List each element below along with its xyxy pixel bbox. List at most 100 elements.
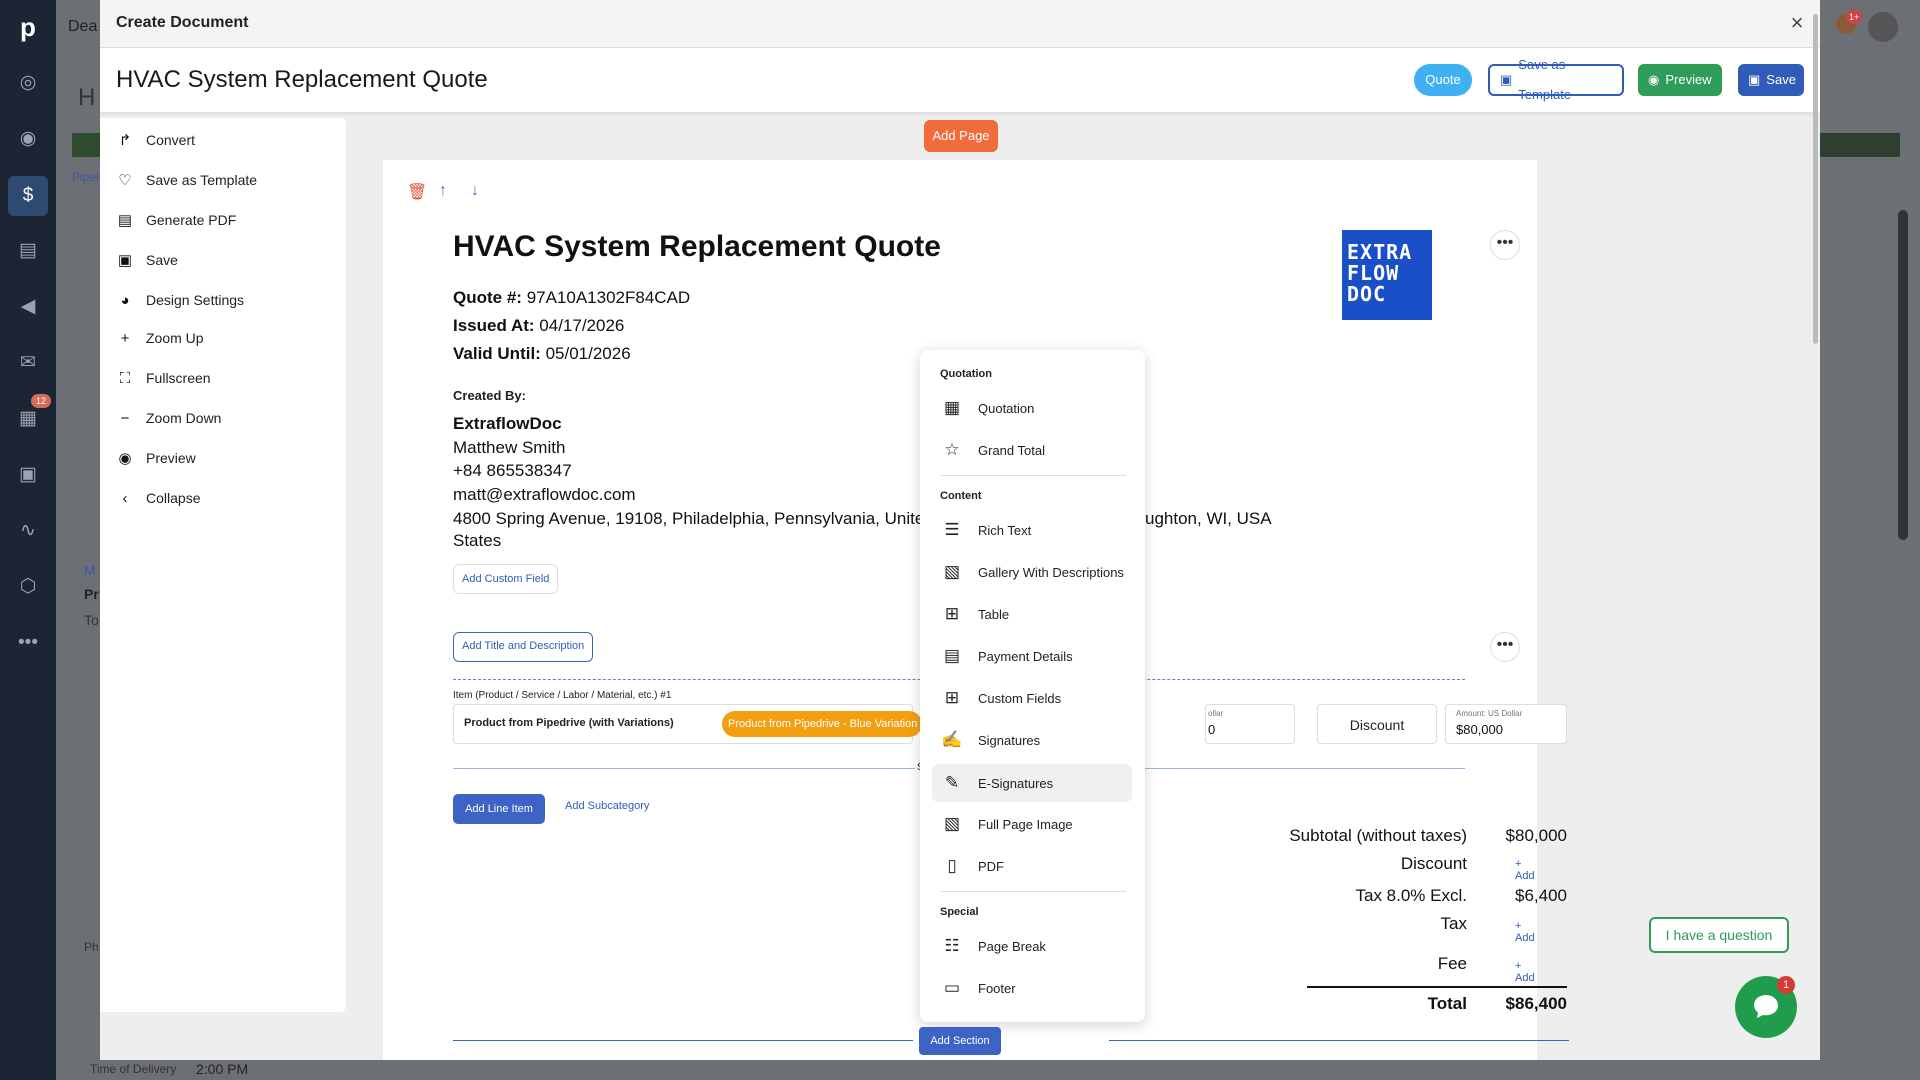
modal-scrollbar[interactable] bbox=[1813, 14, 1818, 344]
issued-label: Issued At: bbox=[453, 316, 535, 335]
activity-icon[interactable]: ◎ bbox=[13, 68, 43, 98]
menu-collapse[interactable]: ‹ Collapse bbox=[116, 484, 201, 512]
dropdown-item-payment-details[interactable]: ▤ Payment Details bbox=[940, 640, 1130, 672]
add-page-button[interactable]: Add Page bbox=[924, 120, 998, 152]
app-logo[interactable]: p bbox=[12, 12, 44, 44]
dropdown-item-quotation[interactable]: ▦ Quotation bbox=[940, 392, 1130, 424]
discount-field[interactable]: Discount bbox=[1317, 704, 1437, 744]
add-title-description-button[interactable]: Add Title and Description bbox=[453, 632, 594, 662]
add-section-button[interactable]: Add Section bbox=[919, 1027, 1001, 1055]
mail-icon[interactable]: ✉ bbox=[13, 348, 43, 378]
chart-icon[interactable]: ∿ bbox=[13, 516, 43, 546]
dropdown-item-page-break[interactable]: ☷ Page Break bbox=[940, 930, 1130, 962]
save-icon: ▣ bbox=[1500, 72, 1513, 87]
menu-label: Collapse bbox=[146, 490, 201, 506]
amount-field[interactable]: Amount: US Dollar $80,000 bbox=[1445, 704, 1567, 744]
preview-label: Preview bbox=[1665, 72, 1712, 87]
signature-icon: ✍ bbox=[941, 730, 963, 749]
plus-icon: + bbox=[120, 329, 130, 347]
menu-save-as-template[interactable]: ♡ Save as Template bbox=[116, 166, 257, 194]
menu-label: Zoom Up bbox=[146, 330, 204, 346]
add-fee-link[interactable]: + Add bbox=[1515, 960, 1537, 984]
bg-pipeline: Pipel bbox=[72, 170, 99, 184]
dropdown-item-signatures[interactable]: ✍ Signatures bbox=[940, 724, 1130, 756]
menu-design-settings[interactable]: ◕ Design Settings bbox=[116, 286, 244, 314]
add-tax-link[interactable]: + Add bbox=[1515, 920, 1537, 944]
menu-zoom-up[interactable]: + Zoom Up bbox=[116, 324, 204, 352]
page-scrollbar[interactable] bbox=[1898, 210, 1908, 540]
menu-label: Save bbox=[146, 252, 178, 268]
discount-label: Discount bbox=[1349, 717, 1405, 733]
more-options-icon[interactable]: ••• bbox=[1490, 632, 1520, 662]
avatar[interactable] bbox=[1868, 12, 1898, 42]
dropdown-item-label: Grand Total bbox=[978, 442, 1045, 458]
bg-deal-line2: Pr bbox=[84, 586, 99, 602]
item-select[interactable]: Product from Pipedrive (with Variations)… bbox=[453, 704, 922, 744]
question-button[interactable]: I have a question bbox=[1649, 917, 1789, 953]
menu-preview[interactable]: ◉ Preview bbox=[116, 444, 195, 472]
fee-label: Fee bbox=[1437, 954, 1467, 973]
chat-bubble-icon bbox=[1754, 995, 1778, 1018]
menu-convert[interactable]: ↱ Convert bbox=[116, 126, 195, 154]
more-icon[interactable]: ••• bbox=[13, 628, 43, 658]
preview-button[interactable]: ◉ Preview bbox=[1638, 64, 1722, 96]
text-lines-icon: ☰ bbox=[944, 520, 960, 539]
add-line-item-button[interactable]: Add Line Item bbox=[453, 794, 545, 824]
tax-label: Tax bbox=[1440, 914, 1467, 933]
arrow-up-icon[interactable]: ↑ bbox=[439, 182, 447, 200]
megaphone-icon[interactable]: ◀ bbox=[13, 292, 43, 322]
item-variation-tag[interactable]: Product from Pipedrive - Blue Variation bbox=[722, 711, 922, 737]
contacts-icon[interactable]: ▣ bbox=[13, 460, 43, 490]
quote-button-label: Quote bbox=[1425, 72, 1461, 87]
dropdown-section-content: Content bbox=[940, 490, 982, 502]
price-field[interactable]: ollar 0 bbox=[1205, 704, 1295, 744]
dropdown-item-pdf[interactable]: ▯ PDF bbox=[940, 850, 1130, 882]
save-as-template-button[interactable]: ▣ Save as Template bbox=[1488, 57, 1624, 102]
menu-zoom-down[interactable]: − Zoom Down bbox=[116, 404, 222, 432]
add-custom-field-button[interactable]: Add Custom Field bbox=[453, 564, 559, 594]
save-button[interactable]: ▣ Save bbox=[1738, 64, 1804, 96]
bg-delivery-time: 2:00 PM bbox=[196, 1061, 249, 1077]
quote-button[interactable]: Quote bbox=[1414, 64, 1472, 96]
dropdown-item-footer[interactable]: ▭ Footer bbox=[940, 972, 1130, 1004]
phone: +84 865538347 bbox=[453, 461, 572, 480]
dropdown-item-rich-text[interactable]: ☰ Rich Text bbox=[940, 514, 1130, 546]
dropdown-item-custom-fields[interactable]: ⊞ Custom Fields bbox=[940, 682, 1130, 714]
document-side-menu: ↱ Convert ♡ Save as Template ▤ Generate PDF… bbox=[100, 118, 346, 1012]
deals-icon[interactable]: $ bbox=[8, 176, 48, 216]
dropdown-item-table[interactable]: ⊞ Table bbox=[940, 598, 1130, 630]
menu-save[interactable]: ▣ Save bbox=[116, 246, 178, 274]
clipboard-icon[interactable]: ▤ bbox=[13, 236, 43, 266]
add-discount-link[interactable]: + Add bbox=[1515, 858, 1537, 882]
menu-label: Fullscreen bbox=[146, 370, 211, 386]
company-name: ExtraflowDoc bbox=[453, 414, 562, 433]
box-icon[interactable]: ⬡ bbox=[13, 572, 43, 602]
page-title[interactable]: HVAC System Replacement Quote bbox=[453, 230, 941, 264]
issued-value: 04/17/2026 bbox=[539, 316, 625, 335]
total-label: Total bbox=[1427, 994, 1467, 1013]
trash-icon[interactable]: 🗑 bbox=[407, 182, 427, 202]
bg-stage-bar bbox=[72, 133, 100, 157]
dropdown-item-label: Page Break bbox=[978, 938, 1046, 954]
address: 4800 Spring Avenue, 19108, Philadelphia,… bbox=[453, 509, 934, 528]
app-sidebar: p ◎ ◉ $ ▤ ◀ ✉ ▦ 12 ▣ ∿ ⬡ ••• bbox=[0, 0, 56, 1080]
valid-until: Valid Until: 05/01/2026 bbox=[453, 344, 631, 364]
more-options-icon[interactable]: ••• bbox=[1490, 230, 1520, 260]
arrow-down-icon[interactable]: ↓ bbox=[471, 182, 479, 200]
fullscreen-icon: ⛶ bbox=[119, 369, 131, 387]
dropdown-item-grand-total[interactable]: ☆ Grand Total bbox=[940, 434, 1130, 466]
menu-fullscreen[interactable]: ⛶ Fullscreen bbox=[116, 364, 211, 392]
add-section-dropdown: Quotation ▦ Quotation ☆ Grand Total Conten… bbox=[920, 350, 1145, 1022]
menu-generate-pdf[interactable]: ▤ Generate PDF bbox=[116, 206, 236, 234]
dropdown-item-gallery[interactable]: ▧ Gallery With Descriptions bbox=[940, 556, 1130, 588]
amount-value: $80,000 bbox=[1456, 722, 1503, 737]
target-icon[interactable]: ◉ bbox=[13, 124, 43, 154]
chat-badge: 1 bbox=[1777, 976, 1795, 994]
company-logo[interactable]: EXTRA FLOW DOC bbox=[1342, 230, 1432, 320]
person-name: Matthew Smith bbox=[453, 438, 566, 457]
add-subcategory-link[interactable]: Add Subcategory bbox=[565, 800, 649, 812]
dropdown-item-e-signatures[interactable]: ✎ E-Signatures bbox=[932, 764, 1132, 802]
close-icon[interactable]: × bbox=[1784, 10, 1810, 36]
dropdown-item-full-page-image[interactable]: ▧ Full Page Image bbox=[940, 808, 1130, 840]
calendar-icon[interactable]: ▦ bbox=[13, 404, 43, 434]
